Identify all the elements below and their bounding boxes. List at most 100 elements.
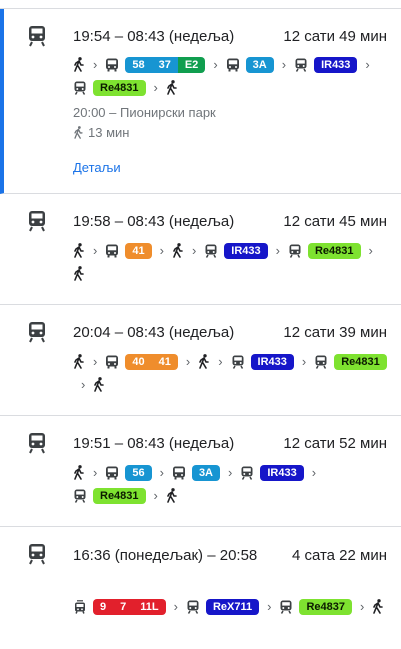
walk-icon: [166, 80, 178, 95]
route-step-bus: 3A: [226, 56, 274, 73]
walk-icon: [73, 243, 85, 258]
train-icon: [288, 244, 302, 258]
route-step-train: IR433: [204, 242, 268, 259]
route-step-walk: [172, 242, 184, 259]
details-link[interactable]: Детаљи: [73, 160, 121, 175]
walk-icon: [198, 354, 210, 369]
route-times-row: 16:36 (понедељак) – 20:58 4 сата 22 мин: [73, 545, 387, 567]
chevron-right-icon: ›: [218, 354, 223, 369]
route-step-train: Re4831: [314, 353, 387, 370]
route-duration: 12 сати 39 мин: [283, 324, 387, 341]
line-badge: 11L: [133, 598, 166, 615]
line-badge: Re4837: [299, 598, 352, 615]
line-badge: Re4831: [307, 242, 361, 259]
chevron-right-icon: ›: [360, 599, 365, 614]
route-step-walk: [73, 242, 85, 259]
chevron-right-icon: ›: [159, 243, 164, 258]
route-card-1[interactable]: 19:54 – 08:43 (недеља) 12 сати 49 мин › 5…: [0, 9, 401, 194]
line-badge-group: IR433: [250, 353, 294, 370]
route-step-walk: [73, 56, 85, 73]
chevron-right-icon: ›: [153, 488, 158, 503]
route-card-4[interactable]: 19:51 – 08:43 (недеља) 12 сати 52 мин › 5…: [0, 416, 401, 527]
line-badge: IR433: [260, 464, 304, 481]
line-badge: ReX711: [205, 598, 260, 615]
line-badge-group: 9 7 11L: [93, 598, 166, 615]
route-duration: 12 сати 52 мин: [283, 435, 387, 452]
chevron-right-icon: ›: [153, 80, 158, 95]
walk-icon: [166, 488, 178, 503]
chevron-right-icon: ›: [281, 57, 287, 72]
route-times-row: 20:04 – 08:43 (недеља) 12 сати 39 мин: [73, 324, 387, 342]
line-badge-group: Re4831: [93, 487, 146, 504]
line-badge-group: 40 41: [125, 353, 178, 370]
route-step-train: ReX711: [186, 598, 260, 615]
train-icon: [279, 600, 293, 614]
chevron-right-icon: ›: [267, 599, 272, 614]
line-badge: 3A: [191, 464, 220, 481]
train-icon: [240, 466, 254, 480]
line-badge: 41: [151, 353, 178, 370]
train-icon: [73, 81, 87, 95]
list-top-divider: [0, 0, 401, 9]
chevron-right-icon: ›: [185, 354, 191, 369]
line-badge: IR433: [314, 56, 358, 73]
departure-info: 20:00 – Пионирски парк: [73, 105, 216, 120]
walk-icon: [372, 599, 384, 614]
route-times: 19:58 – 08:43 (недеља): [73, 213, 235, 230]
route-times-row: 19:58 – 08:43 (недеља) 12 сати 45 мин: [73, 213, 387, 231]
walk-icon: [73, 354, 85, 369]
chevron-right-icon: ›: [93, 354, 98, 369]
route-duration: 4 сата 22 мин: [291, 547, 387, 564]
line-badge: 9: [93, 598, 114, 615]
route-times: 20:04 – 08:43 (недеља): [73, 324, 235, 341]
line-badge: Re4831: [93, 79, 146, 96]
train-icon: [27, 210, 47, 232]
route-step-bus: 40 41: [105, 353, 178, 370]
walk-info: 13 мин: [73, 125, 129, 140]
line-badge-group: 3A: [245, 56, 274, 73]
route-step-bus: 41: [105, 242, 152, 259]
route-step-bus: 56: [105, 464, 152, 481]
line-badge-group: Re4831: [334, 353, 387, 370]
chevron-right-icon: ›: [93, 465, 98, 480]
route-step-train: IR433: [231, 353, 294, 370]
route-step-walk: [93, 376, 105, 393]
route-steps: › 56 › 3A › IR433 › Re4831 ›: [73, 464, 387, 504]
route-step-walk: [166, 79, 178, 96]
route-step-train: IR433: [240, 464, 304, 481]
route-step-train: Re4831: [73, 487, 146, 504]
bus-icon: [105, 244, 119, 258]
line-badge-group: Re4831: [307, 242, 361, 259]
chevron-right-icon: ›: [93, 243, 98, 258]
walk-icon: [73, 57, 85, 72]
walk-icon: [93, 377, 105, 392]
line-badge: IR433: [224, 242, 268, 259]
train-icon: [204, 244, 218, 258]
train-icon: [314, 355, 328, 369]
route-card-2[interactable]: 19:58 – 08:43 (недеља) 12 сати 45 мин › 4…: [0, 194, 401, 305]
route-step-walk: [73, 265, 85, 282]
train-icon: [231, 355, 245, 369]
route-card-5[interactable]: 16:36 (понедељак) – 20:58 4 сата 22 мин …: [0, 527, 401, 649]
chevron-right-icon: ›: [173, 599, 178, 614]
route-duration: 12 сати 45 мин: [283, 213, 387, 230]
chevron-right-icon: ›: [228, 465, 233, 480]
walk-icon: [172, 243, 184, 258]
line-badge-group: IR433: [260, 464, 304, 481]
line-badge: Re4831: [93, 487, 146, 504]
route-duration: 12 сати 49 мин: [283, 28, 387, 45]
tram-icon: [73, 599, 87, 614]
line-badge-group: ReX711: [205, 598, 260, 615]
line-badge-group: 3A: [191, 464, 220, 481]
line-badge: 3A: [245, 56, 274, 73]
route-step-walk: [372, 598, 384, 615]
route-step-train: IR433: [294, 56, 358, 73]
chevron-right-icon: ›: [311, 465, 317, 480]
walk-icon: [73, 266, 85, 281]
train-icon: [73, 489, 87, 503]
route-times: 16:36 (понедељак) – 20:58: [73, 547, 258, 564]
chevron-right-icon: ›: [368, 243, 373, 258]
route-card-3[interactable]: 20:04 – 08:43 (недеља) 12 сати 39 мин › 4…: [0, 305, 401, 416]
chevron-right-icon: ›: [213, 57, 218, 72]
route-step-walk: [73, 464, 85, 481]
